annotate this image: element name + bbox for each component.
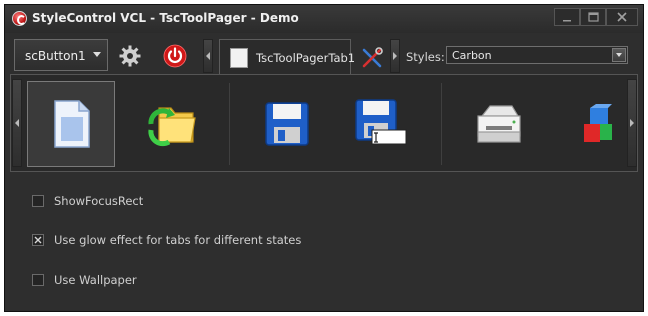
pager-item-cubes[interactable]: [557, 81, 627, 167]
styles-label: Styles:: [406, 50, 445, 64]
minimize-icon: [563, 20, 571, 22]
button-selector-combo[interactable]: scButton1: [14, 39, 108, 71]
pager-item-print[interactable]: [455, 81, 543, 167]
tab-scroll-right-button[interactable]: [390, 39, 400, 73]
cubes-icon: [584, 104, 612, 142]
maximize-icon: [587, 12, 599, 22]
close-icon: [617, 12, 627, 22]
tab-label: TscToolPagerTab1: [256, 51, 356, 65]
chevron-right-icon: [630, 119, 634, 127]
pager-item-save-as[interactable]: [337, 81, 425, 167]
folder-refresh-icon: [148, 107, 196, 147]
tools-icon[interactable]: [360, 46, 384, 70]
pager-item-document[interactable]: [27, 81, 115, 167]
chevron-left-icon: [15, 119, 19, 127]
chevron-down-icon: [93, 52, 101, 57]
option-use-wallpaper[interactable]: Use Wallpaper: [32, 272, 137, 288]
page-icon: [230, 48, 248, 68]
checkbox-label: Use Wallpaper: [54, 273, 137, 287]
tab-tsctoolpagertab1[interactable]: TscToolPagerTab1: [219, 39, 355, 77]
styles-value: Carbon: [452, 49, 492, 62]
close-button[interactable]: [606, 8, 638, 26]
pager-item-save[interactable]: [243, 81, 331, 167]
window-title: StyleControl VCL - TscToolPager - Demo: [32, 11, 299, 25]
pager-scroll-right-button[interactable]: [627, 79, 637, 167]
combo-value: scButton1: [25, 49, 86, 63]
check-x-icon: [34, 236, 42, 244]
tool-pager: [10, 74, 638, 172]
pager-item-folder-refresh[interactable]: [127, 81, 215, 167]
gear-icon[interactable]: [118, 44, 142, 68]
group-separator: [229, 83, 230, 165]
group-separator: [441, 83, 442, 165]
chevron-right-icon: [393, 52, 397, 60]
checkbox-label: ShowFocusRect: [54, 194, 144, 208]
maximize-button[interactable]: [580, 8, 606, 26]
pager-scroll-left-button[interactable]: [12, 79, 22, 167]
checkbox[interactable]: [32, 274, 44, 286]
app-logo-icon: [12, 11, 27, 26]
checkbox-label: Use glow effect for tabs for different s…: [54, 233, 302, 247]
floppy-save-icon: [265, 102, 309, 146]
app-window: StyleControl VCL - TscToolPager - Demo s…: [4, 4, 644, 312]
chevron-left-icon: [206, 52, 210, 60]
checkbox[interactable]: [32, 234, 44, 246]
floppy-save-as-icon: [355, 99, 407, 145]
checkbox[interactable]: [32, 195, 44, 207]
minimize-button[interactable]: [554, 8, 580, 26]
tab-scroll-left-button[interactable]: [203, 39, 213, 73]
printer-icon: [477, 105, 521, 143]
window-controls: [554, 8, 638, 28]
document-icon: [54, 100, 90, 148]
title-bar[interactable]: StyleControl VCL - TscToolPager - Demo: [5, 5, 643, 33]
option-glow-effect[interactable]: Use glow effect for tabs for different s…: [32, 232, 301, 248]
option-show-focus-rect[interactable]: ShowFocusRect: [32, 193, 143, 209]
power-icon[interactable]: [163, 44, 187, 68]
styles-dropdown[interactable]: Carbon: [446, 46, 628, 64]
dropdown-arrow-icon: [612, 48, 626, 62]
